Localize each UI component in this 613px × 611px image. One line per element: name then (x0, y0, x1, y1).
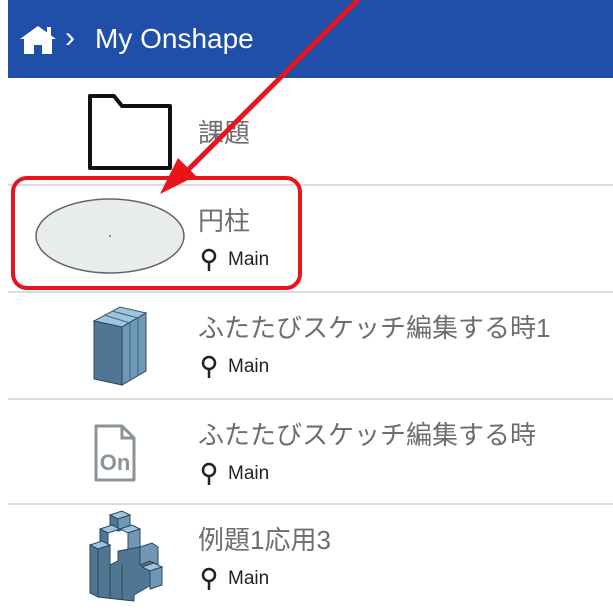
item-title: 課題 (198, 118, 251, 148)
branch-name: Main (228, 568, 270, 589)
location-pin-icon (201, 462, 217, 485)
branch-label: Main (198, 462, 269, 486)
box-thumbnail (92, 306, 148, 386)
list-item-document[interactable]: ふたたびスケッチ編集する時1 Main (8, 293, 613, 399)
location-pin-icon (201, 355, 217, 378)
home-icon[interactable] (18, 24, 58, 56)
item-title: ふたたびスケッチ編集する時 (198, 420, 537, 450)
list-item-document[interactable]: 例題1応用3 Main (8, 505, 613, 611)
branch-name: Main (228, 463, 270, 484)
location-pin-icon (201, 567, 217, 590)
branch-label: Main (198, 355, 269, 379)
svg-text:On: On (100, 450, 131, 475)
chevron-right-icon: › (65, 21, 75, 54)
branch-name: Main (228, 356, 270, 377)
item-title: 例題1応用3 (198, 525, 331, 555)
list-item-folder[interactable]: 課題 (8, 80, 613, 186)
stair-blocks-thumbnail (88, 510, 164, 602)
list-item-document[interactable]: On ふたたびスケッチ編集する時 Main (8, 400, 613, 506)
branch-label: Main (198, 567, 269, 591)
folder-icon (88, 94, 172, 170)
breadcrumb-my-onshape[interactable]: My Onshape (95, 19, 254, 59)
onshape-logo-thumbnail: On (94, 424, 136, 482)
breadcrumb-bar: › My Onshape (8, 0, 613, 78)
highlight-box (11, 176, 302, 290)
item-title: ふたたびスケッチ編集する時1 (198, 313, 551, 343)
